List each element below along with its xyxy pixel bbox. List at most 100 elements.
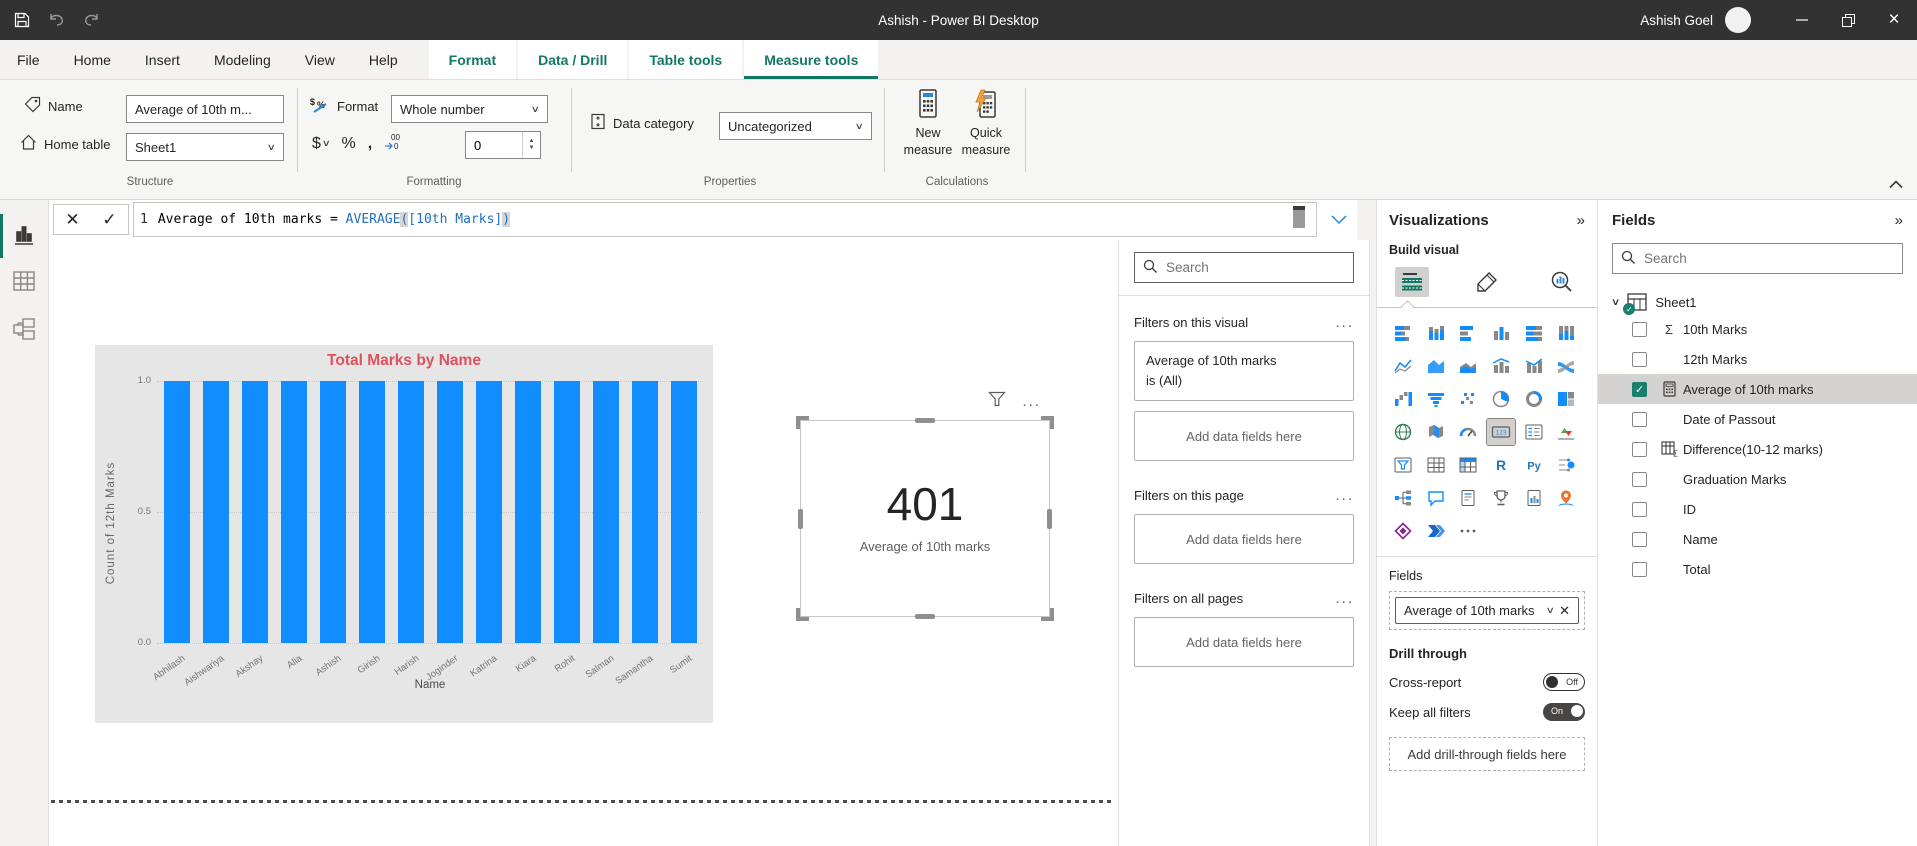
metrics-icon[interactable] [1487, 485, 1515, 511]
undo-icon[interactable] [48, 13, 65, 28]
thousands-separator-button[interactable]: , [368, 135, 372, 153]
line-and-stacked-column-chart-icon[interactable] [1487, 353, 1515, 379]
decimal-places-stepper[interactable]: 0 ▲▼ [465, 131, 541, 159]
cancel-formula-button[interactable]: ✕ [65, 210, 79, 230]
account-name[interactable]: Ashish Goel [1640, 13, 1713, 28]
chart-bar[interactable] [203, 381, 229, 643]
donut-chart-icon[interactable] [1520, 386, 1548, 412]
tab-home[interactable]: Home [57, 40, 128, 79]
remove-field-icon[interactable]: ✕ [1559, 603, 1570, 619]
field-checkbox[interactable] [1632, 442, 1647, 457]
field-item-difference-10-12-marks-[interactable]: ΣDifference(10-12 marks) [1598, 434, 1917, 464]
keep-all-filters-toggle[interactable]: On [1543, 703, 1585, 721]
data-view-button[interactable] [11, 268, 39, 296]
stepper-up-icon[interactable]: ▲ [523, 138, 540, 145]
tab-view[interactable]: View [288, 40, 352, 79]
line-chart-icon[interactable] [1389, 353, 1417, 379]
fields-search[interactable] [1612, 243, 1903, 274]
field-item-12th-marks[interactable]: 12th Marks [1598, 344, 1917, 374]
field-item-average-of-10th-marks[interactable]: ✓Average of 10th marks [1598, 374, 1917, 404]
stepper-down-icon[interactable]: ▼ [523, 145, 540, 152]
field-checkbox[interactable] [1632, 532, 1647, 547]
tab-modeling[interactable]: Modeling [197, 40, 288, 79]
save-icon[interactable] [14, 12, 30, 28]
format-visual-tab[interactable] [1470, 267, 1504, 297]
report-view-button[interactable] [11, 222, 39, 250]
chart-bar[interactable] [515, 381, 541, 643]
minimize-button[interactable] [1779, 0, 1825, 40]
tab-table-tools[interactable]: Table tools [629, 40, 742, 79]
more-options-icon[interactable]: ... [1335, 590, 1354, 607]
avatar[interactable] [1725, 7, 1751, 33]
selection-handle[interactable] [1041, 416, 1054, 429]
kpi-icon[interactable] [1552, 419, 1580, 445]
stacked-column-chart-icon[interactable] [1422, 320, 1450, 346]
decomposition-tree-icon[interactable] [1389, 485, 1417, 511]
chart-bar[interactable] [476, 381, 502, 643]
field-checkbox[interactable] [1632, 412, 1647, 427]
clustered-column-chart-icon[interactable] [1487, 320, 1515, 346]
decimal-shift-icon[interactable]: 000 [384, 132, 406, 155]
power-apps-icon[interactable] [1389, 518, 1417, 544]
tab-measure-tools[interactable]: Measure tools [744, 40, 878, 79]
percent-format-button[interactable]: % [342, 135, 356, 153]
more-options-icon[interactable]: ... [1335, 314, 1354, 331]
ribbon-chart-icon[interactable] [1552, 353, 1580, 379]
expand-formula-bar-icon[interactable] [1331, 212, 1347, 230]
field-pill[interactable]: Average of 10th marks ∨ ✕ [1395, 597, 1579, 624]
filter-dropzone[interactable]: Add data fields here [1134, 617, 1354, 667]
field-checkbox[interactable] [1632, 502, 1647, 517]
r-script-visual-icon[interactable]: R [1487, 452, 1515, 478]
chevron-down-icon[interactable]: ∨ [1545, 605, 1554, 616]
field-item-total[interactable]: Total [1598, 554, 1917, 584]
selection-handle[interactable] [915, 418, 935, 423]
scatter-chart-icon[interactable] [1454, 386, 1482, 412]
tab-help[interactable]: Help [352, 40, 415, 79]
filled-map-icon[interactable] [1422, 419, 1450, 445]
filter-dropzone[interactable]: Add data fields here [1134, 411, 1354, 461]
stacked-area-chart-icon[interactable] [1454, 353, 1482, 379]
area-chart-icon[interactable] [1422, 353, 1450, 379]
restore-button[interactable] [1825, 0, 1871, 40]
collapse-pane-icon[interactable]: » [1577, 212, 1585, 229]
table-node-sheet1[interactable]: ∨ ✓ Sheet1 [1612, 290, 1903, 314]
collapse-pane-icon[interactable]: » [1895, 212, 1903, 229]
dax-formula-input[interactable]: 1 Average of 10th marks = AVERAGE ( [10t… [133, 202, 1317, 237]
chart-bar[interactable] [281, 381, 307, 643]
key-influencers-icon[interactable] [1552, 452, 1580, 478]
chart-bar[interactable] [242, 381, 268, 643]
qa-visual-icon[interactable] [1422, 485, 1450, 511]
commit-formula-button[interactable]: ✓ [102, 210, 116, 230]
field-checkbox[interactable] [1632, 352, 1647, 367]
chart-bar[interactable] [359, 381, 385, 643]
chart-bar[interactable] [164, 381, 190, 643]
field-item-id[interactable]: ID [1598, 494, 1917, 524]
multi-row-card-icon[interactable] [1520, 419, 1548, 445]
tab-format[interactable]: Format [429, 40, 516, 79]
smart-narrative-icon[interactable] [1454, 485, 1482, 511]
more-options-icon[interactable]: ... [1335, 487, 1354, 504]
100-stacked-column-chart-icon[interactable] [1552, 320, 1580, 346]
filters-search[interactable] [1134, 252, 1354, 283]
report-canvas[interactable]: Total Marks by Name Count of 12th Marks … [49, 240, 1118, 846]
chart-bar[interactable] [671, 381, 697, 643]
filter-icon[interactable] [988, 391, 1006, 412]
chart-bar[interactable] [437, 381, 463, 643]
treemap-icon[interactable] [1552, 386, 1580, 412]
waterfall-chart-icon[interactable] [1389, 386, 1417, 412]
chart-bar[interactable] [593, 381, 619, 643]
power-automate-icon[interactable] [1422, 518, 1450, 544]
tab-insert[interactable]: Insert [128, 40, 197, 79]
more-options-icon[interactable]: ... [1022, 393, 1041, 410]
field-checkbox[interactable]: ✓ [1632, 382, 1647, 397]
field-item-date-of-passout[interactable]: Date of Passout [1598, 404, 1917, 434]
card-visual[interactable]: ... 401 Average of 10th marks [800, 420, 1050, 617]
chart-bar[interactable] [632, 381, 658, 643]
field-item-name[interactable]: Name [1598, 524, 1917, 554]
filter-dropzone[interactable]: Add data fields here [1134, 514, 1354, 564]
quick-measure-button[interactable]: Quick measure [958, 88, 1014, 158]
chart-bar[interactable] [398, 381, 424, 643]
python-visual-icon[interactable]: Py [1520, 452, 1548, 478]
close-button[interactable]: × [1871, 0, 1917, 40]
filters-search-input[interactable] [1166, 260, 1345, 275]
